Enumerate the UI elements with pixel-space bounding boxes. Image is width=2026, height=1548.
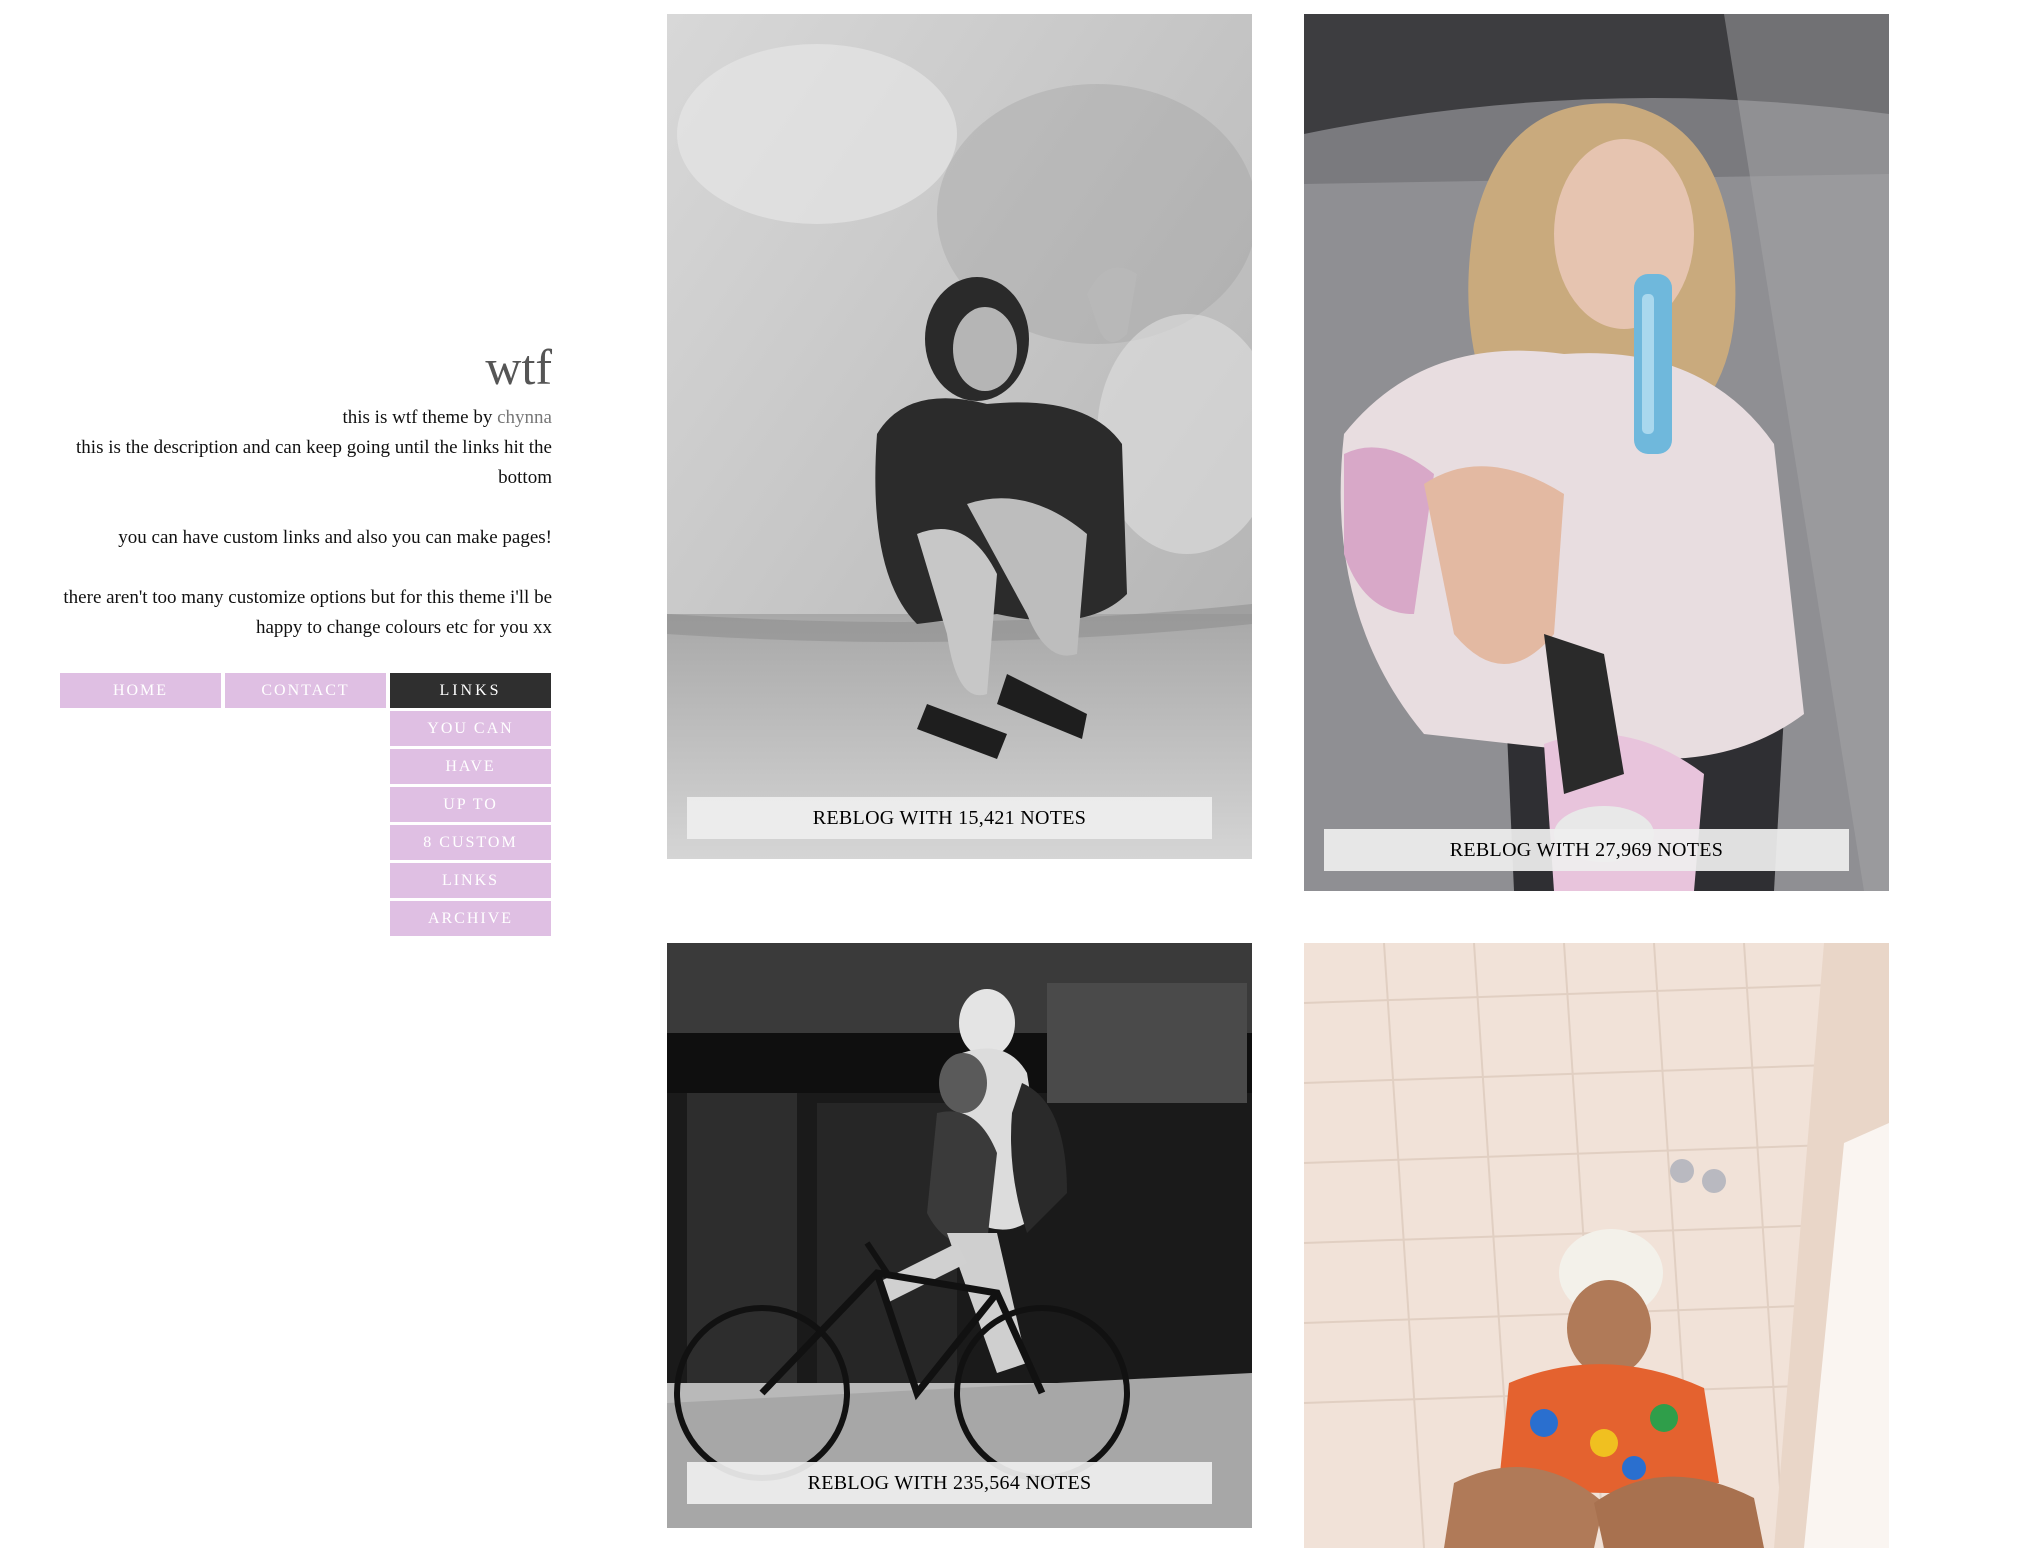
- description-line-1: this is wtf theme by: [342, 407, 498, 428]
- contact-link[interactable]: CONTACT: [225, 673, 386, 708]
- blog-title[interactable]: wtf: [40, 340, 552, 395]
- photo-post[interactable]: [1304, 943, 1889, 1548]
- reblog-button[interactable]: REBLOG WITH 27,969 NOTES: [1324, 829, 1849, 871]
- links-toggle[interactable]: LINKS: [390, 673, 551, 708]
- blog-description: this is wtf theme by chynna this is the …: [40, 403, 552, 643]
- custom-link-3[interactable]: UP TO: [390, 787, 551, 822]
- reblog-button[interactable]: REBLOG WITH 235,564 NOTES: [687, 1462, 1212, 1504]
- photo-post[interactable]: REBLOG WITH 27,969 NOTES: [1304, 14, 1889, 891]
- photo-post[interactable]: REBLOG WITH 235,564 NOTES: [667, 943, 1252, 1528]
- post-photo: [667, 14, 1252, 859]
- reblog-button[interactable]: REBLOG WITH 15,421 NOTES: [687, 797, 1212, 839]
- photo-post[interactable]: REBLOG WITH 15,421 NOTES: [667, 14, 1252, 859]
- post-photo: [1304, 14, 1889, 891]
- post-photo: [667, 943, 1252, 1528]
- custom-link-2[interactable]: HAVE: [390, 749, 551, 784]
- custom-link-5[interactable]: LINKS: [390, 863, 551, 898]
- custom-link-1[interactable]: YOU CAN: [390, 711, 551, 746]
- description-line-3: you can have custom links and also you c…: [118, 527, 552, 548]
- post-photo: [1304, 943, 1889, 1548]
- author-link[interactable]: chynna: [497, 407, 552, 428]
- nav-links: HOME CONTACT LINKS YOU CAN HAVE UP TO 8 …: [60, 673, 553, 953]
- description-line-2: this is the description and can keep goi…: [76, 437, 552, 488]
- custom-link-4[interactable]: 8 CUSTOM: [390, 825, 551, 860]
- home-link[interactable]: HOME: [60, 673, 221, 708]
- sidebar: wtf this is wtf theme by chynna this is …: [40, 340, 552, 643]
- description-line-4: there aren't too many customize options …: [63, 587, 552, 638]
- archive-link[interactable]: ARCHIVE: [390, 901, 551, 936]
